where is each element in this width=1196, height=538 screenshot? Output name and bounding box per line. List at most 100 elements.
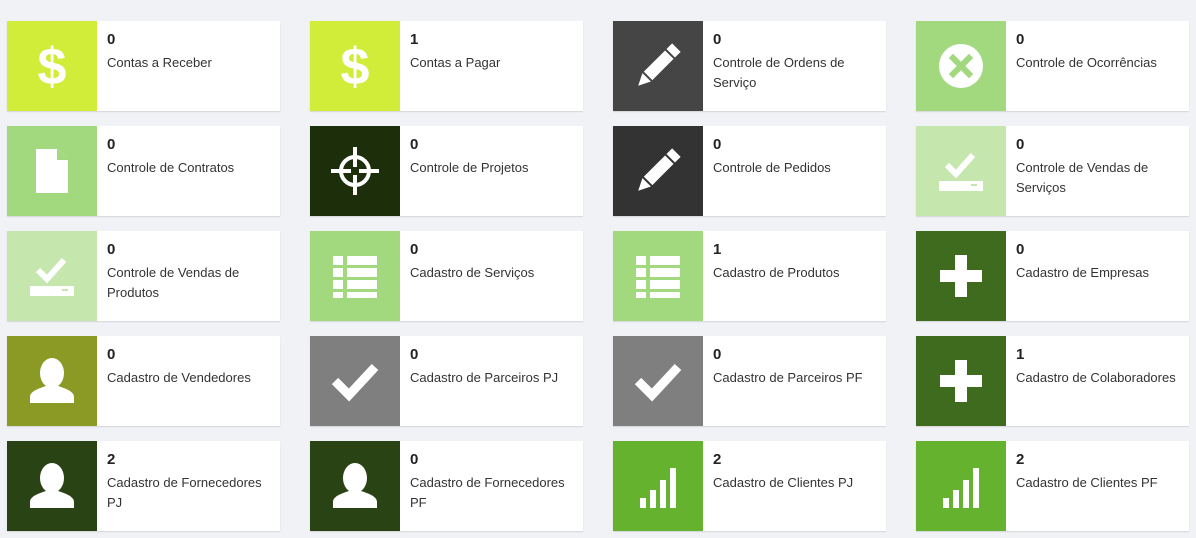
tile-info: 0 Controle de Ocorrências (1006, 21, 1167, 111)
tile-count: 1 (410, 31, 419, 48)
dashboard-tile[interactable]: 0 Controle de Contratos (7, 126, 280, 216)
tile-label[interactable]: Cadastro de Clientes PJ (713, 473, 853, 493)
tile-count: 0 (713, 31, 722, 48)
user-icon (7, 336, 97, 426)
pencil-icon (613, 126, 703, 216)
tile-count: 0 (410, 451, 419, 468)
dashboard-tile[interactable]: 2 Cadastro de Clientes PJ (613, 441, 886, 531)
tile-count: 0 (713, 346, 722, 363)
tile-label[interactable]: Controle de Contratos (107, 158, 234, 178)
tile-label[interactable]: Controle de Ordens de Serviço (713, 53, 876, 93)
plus-icon (916, 231, 1006, 321)
dashboard-tile[interactable]: 0 Controle de Ordens de Serviço (613, 21, 886, 111)
dashboard-tile[interactable]: 0 Cadastro de Parceiros PF (613, 336, 886, 426)
tile-info: 2 Cadastro de Clientes PF (1006, 441, 1168, 531)
tile-info: 0 Controle de Vendas de Produtos (97, 231, 280, 321)
dashboard-tile[interactable]: 0 Cadastro de Empresas (916, 231, 1189, 321)
tile-info: 0 Controle de Projetos (400, 126, 539, 216)
tile-count: 0 (410, 136, 419, 153)
tile-label[interactable]: Cadastro de Fornecedores PF (410, 473, 573, 513)
inbox-check-icon (7, 231, 97, 321)
list-icon (613, 231, 703, 321)
tile-count: 2 (1016, 451, 1025, 468)
dollar-icon: $ (7, 21, 97, 111)
svg-text:$: $ (38, 38, 67, 96)
signal-bars-icon (916, 441, 1006, 531)
signal-bars-icon (613, 441, 703, 531)
tile-label[interactable]: Controle de Pedidos (713, 158, 831, 178)
tile-label[interactable]: Cadastro de Serviços (410, 263, 534, 283)
tile-info: 1 Cadastro de Colaboradores (1006, 336, 1186, 426)
dollar-icon: $ (310, 21, 400, 111)
tile-info: 0 Controle de Pedidos (703, 126, 841, 216)
dashboard-tile[interactable]: 2 Cadastro de Clientes PF (916, 441, 1189, 531)
pencil-icon (613, 21, 703, 111)
dashboard-tile[interactable]: 0 Controle de Vendas de Serviços (916, 126, 1189, 216)
dashboard-tile[interactable]: 0 Cadastro de Serviços (310, 231, 583, 321)
tile-count: 0 (1016, 241, 1025, 258)
tile-count: 0 (1016, 31, 1025, 48)
tile-label[interactable]: Cadastro de Colaboradores (1016, 368, 1176, 388)
tile-info: 0 Controle de Contratos (97, 126, 244, 216)
tile-count: 0 (410, 346, 419, 363)
tile-label[interactable]: Controle de Vendas de Produtos (107, 263, 270, 303)
dashboard-tile[interactable]: 1 Cadastro de Colaboradores (916, 336, 1189, 426)
tile-info: 0 Cadastro de Parceiros PF (703, 336, 873, 426)
user-icon (7, 441, 97, 531)
dashboard-tile[interactable]: $0 Contas a Receber (7, 21, 280, 111)
tile-label[interactable]: Controle de Projetos (410, 158, 529, 178)
tile-count: 2 (713, 451, 722, 468)
checkmark-icon (613, 336, 703, 426)
tile-info: 1 Cadastro de Produtos (703, 231, 849, 321)
dashboard-tile[interactable]: 1 Cadastro de Produtos (613, 231, 886, 321)
tile-info: 0 Controle de Vendas de Serviços (1006, 126, 1189, 216)
dashboard-tile[interactable]: 0 Cadastro de Fornecedores PF (310, 441, 583, 531)
tile-info: 0 Cadastro de Serviços (400, 231, 544, 321)
tile-info: 1 Contas a Pagar (400, 21, 510, 111)
tile-info: 0 Cadastro de Vendedores (97, 336, 261, 426)
dashboard-tile[interactable]: 0 Cadastro de Vendedores (7, 336, 280, 426)
tile-count: 0 (107, 346, 116, 363)
tile-label[interactable]: Controle de Vendas de Serviços (1016, 158, 1179, 198)
tile-info: 0 Contas a Receber (97, 21, 222, 111)
dashboard-tile[interactable]: 0 Controle de Ocorrências (916, 21, 1189, 111)
dashboard-tile[interactable]: 0 Controle de Projetos (310, 126, 583, 216)
checkmark-icon (310, 336, 400, 426)
tile-info: 0 Cadastro de Empresas (1006, 231, 1159, 321)
tile-count: 2 (107, 451, 116, 468)
tile-count: 0 (107, 241, 116, 258)
tile-info: 0 Cadastro de Fornecedores PF (400, 441, 583, 531)
tile-count: 1 (713, 241, 722, 258)
svg-text:$: $ (341, 38, 370, 96)
tile-label[interactable]: Cadastro de Empresas (1016, 263, 1149, 283)
dashboard-grid: $0 Contas a Receber $1 Contas a Pagar 0 Contr… (7, 21, 1189, 531)
plus-icon (916, 336, 1006, 426)
tile-info: 2 Cadastro de Clientes PJ (703, 441, 863, 531)
list-icon (310, 231, 400, 321)
crosshair-icon (310, 126, 400, 216)
tile-count: 0 (410, 241, 419, 258)
dashboard-tile[interactable]: $1 Contas a Pagar (310, 21, 583, 111)
user-icon (310, 441, 400, 531)
dashboard-tile[interactable]: 0 Controle de Pedidos (613, 126, 886, 216)
tile-label[interactable]: Cadastro de Parceiros PJ (410, 368, 558, 388)
tile-label[interactable]: Controle de Ocorrências (1016, 53, 1157, 73)
tile-count: 0 (713, 136, 722, 153)
tile-info: 0 Cadastro de Parceiros PJ (400, 336, 568, 426)
dashboard-tile[interactable]: 2 Cadastro de Fornecedores PJ (7, 441, 280, 531)
dashboard-tile[interactable]: 0 Cadastro de Parceiros PJ (310, 336, 583, 426)
remove-circle-icon (916, 21, 1006, 111)
tile-count: 0 (1016, 136, 1025, 153)
tile-info: 0 Controle de Ordens de Serviço (703, 21, 886, 111)
tile-label[interactable]: Cadastro de Parceiros PF (713, 368, 863, 388)
tile-label[interactable]: Contas a Receber (107, 53, 212, 73)
tile-label[interactable]: Contas a Pagar (410, 53, 500, 73)
tile-label[interactable]: Cadastro de Fornecedores PJ (107, 473, 270, 513)
tile-label[interactable]: Cadastro de Vendedores (107, 368, 251, 388)
tile-label[interactable]: Cadastro de Produtos (713, 263, 839, 283)
tile-info: 2 Cadastro de Fornecedores PJ (97, 441, 280, 531)
tile-label[interactable]: Cadastro de Clientes PF (1016, 473, 1158, 493)
dashboard-tile[interactable]: 0 Controle de Vendas de Produtos (7, 231, 280, 321)
tile-count: 0 (107, 136, 116, 153)
tile-count: 0 (107, 31, 116, 48)
